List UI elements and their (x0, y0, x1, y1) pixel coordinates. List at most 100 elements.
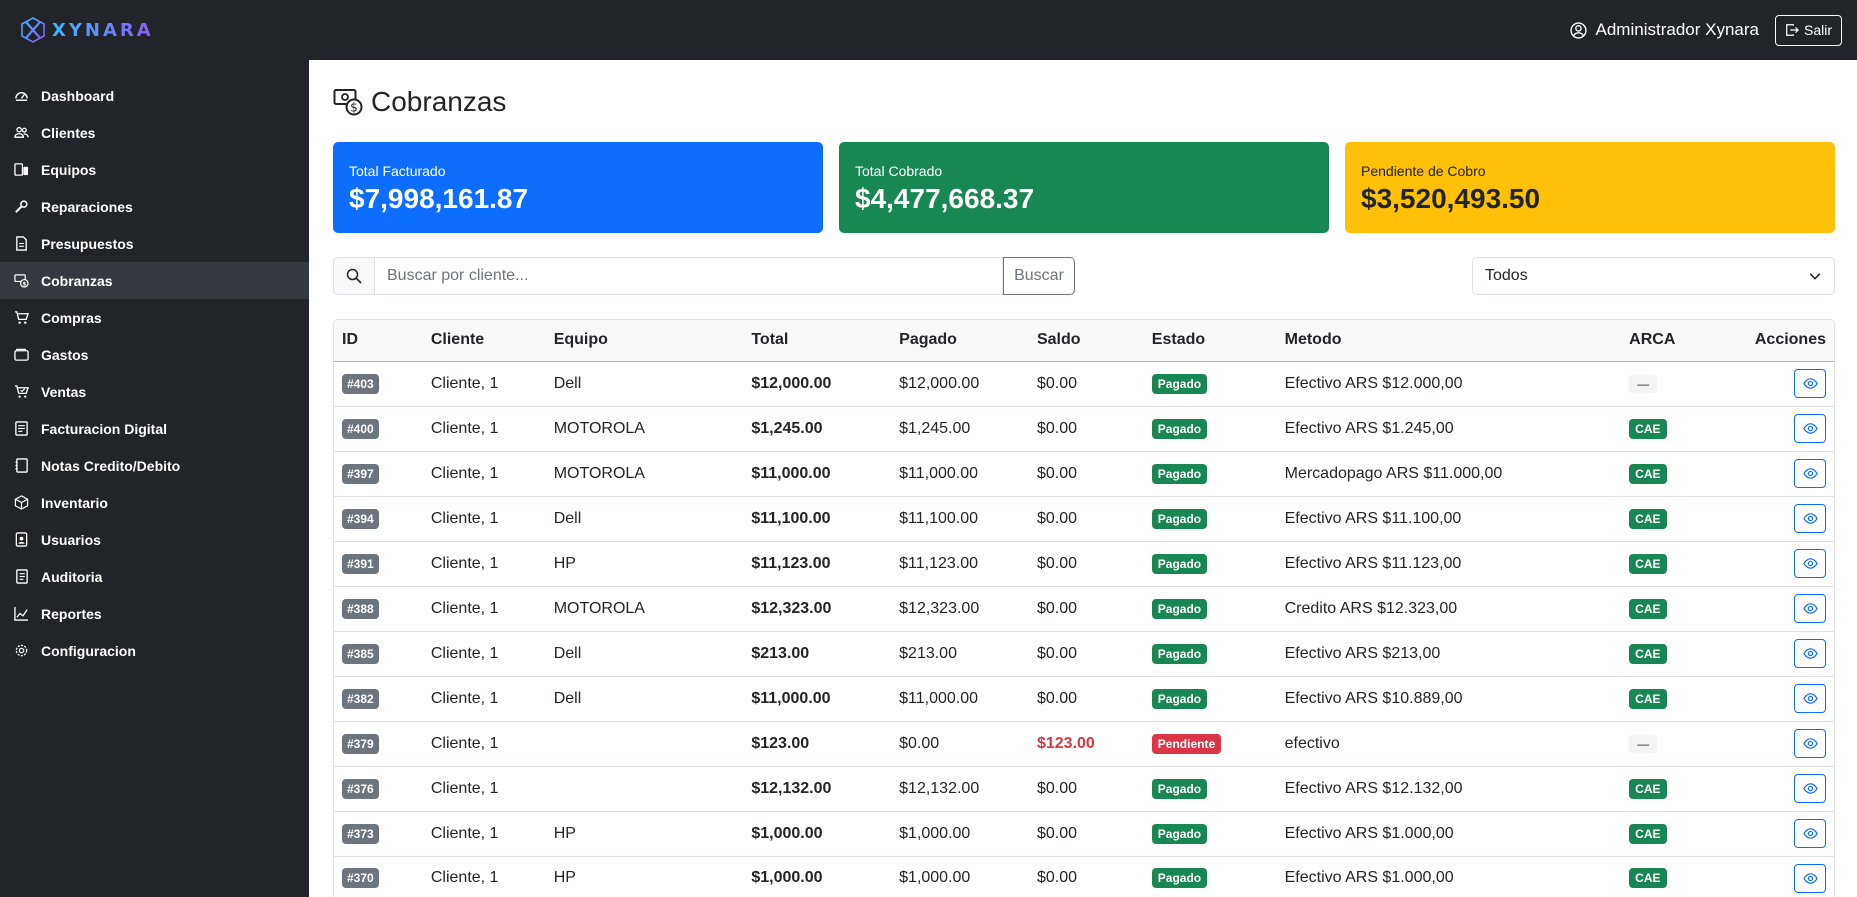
sidebar-item-reportes[interactable]: Reportes (0, 595, 309, 632)
sidebar-item-dashboard[interactable]: Dashboard (0, 77, 309, 114)
cell-estado: Pagado (1143, 361, 1277, 407)
eye-icon (1802, 558, 1818, 569)
cell-arca: CAE (1621, 631, 1741, 677)
cell-equipo: Dell (545, 496, 744, 542)
cell-total: $12,132.00 (743, 766, 892, 812)
cell-arca: CAE (1621, 451, 1741, 497)
status-badge: Pagado (1151, 688, 1208, 709)
eye-icon (1802, 603, 1818, 614)
cell-total: $12,000.00 (743, 361, 892, 407)
cell-estado: Pagado (1143, 766, 1277, 812)
id-badge: #397 (342, 463, 379, 484)
cell-id: #385 (334, 631, 423, 677)
receipt-icon (15, 421, 28, 436)
cell-estado: Pagado (1143, 496, 1277, 542)
status-badge: Pagado (1151, 598, 1208, 619)
view-button[interactable] (1794, 594, 1826, 623)
cell-pagado: $11,000.00 (891, 676, 1029, 722)
sidebar-item-presupuestos[interactable]: Presupuestos (0, 225, 309, 262)
table-row: #379 Cliente, 1 $123.00 $0.00 $123.00 Pendien… (334, 721, 1834, 767)
total-cobrado-card: Total Cobrado $4,477,668.37 (839, 142, 1329, 233)
sidebar-item-notas-credito-debito[interactable]: Notas Credito/Debito (0, 447, 309, 484)
view-button[interactable] (1794, 863, 1826, 893)
cell-saldo: $0.00 (1028, 451, 1144, 497)
sidebar-item-compras[interactable]: Compras (0, 299, 309, 336)
status-badge: Pagado (1151, 463, 1208, 484)
view-button[interactable] (1794, 639, 1826, 668)
cell-total: $12,323.00 (743, 586, 892, 632)
sidebar-item-equipos[interactable]: Equipos (0, 151, 309, 188)
cell-estado: Pagado (1143, 676, 1277, 722)
search-button[interactable]: Buscar (1003, 257, 1075, 295)
view-button[interactable] (1794, 414, 1826, 443)
pendiente-cobro-value: $3,520,493.50 (1361, 183, 1541, 214)
status-badge: Pagado (1151, 553, 1208, 574)
cell-id: #397 (334, 451, 423, 497)
sidebar-item-clientes[interactable]: Clientes (0, 114, 309, 151)
eye-icon (1802, 513, 1818, 524)
sidebar-item-facturacion-digital[interactable]: Facturacion Digital (0, 410, 309, 447)
cell-cliente: Cliente, 1 (422, 676, 546, 722)
sidebar-item-configuracion[interactable]: Configuracion (0, 632, 309, 669)
sidebar-item-cobranzas[interactable]: $ Cobranzas (0, 262, 309, 299)
cell-saldo: $0.00 (1028, 406, 1144, 452)
cell-arca: — (1621, 361, 1741, 407)
status-badge: Pagado (1151, 778, 1208, 799)
chevron-down-icon (1809, 273, 1821, 280)
sidebar-item-label: Reportes (41, 605, 102, 622)
sidebar-item-gastos[interactable]: Gastos (0, 336, 309, 373)
table-row: #376 Cliente, 1 $12,132.00 $12,132.00 $0.00 P… (334, 766, 1834, 812)
logout-button[interactable]: Salir (1774, 14, 1842, 46)
user-menu[interactable]: Administrador Xynara (1569, 20, 1759, 40)
view-button[interactable] (1794, 774, 1826, 803)
eye-icon (1802, 648, 1818, 659)
column-header-id: ID (334, 320, 423, 362)
view-button[interactable] (1794, 369, 1826, 398)
column-header-metodo: Metodo (1276, 320, 1622, 362)
view-button[interactable] (1794, 504, 1826, 533)
view-button[interactable] (1794, 729, 1826, 758)
gear-icon (15, 644, 28, 657)
view-button[interactable] (1794, 459, 1826, 488)
sidebar-item-auditoria[interactable]: Auditoria (0, 558, 309, 595)
cell-equipo: Dell (545, 361, 744, 407)
cell-acciones (1740, 496, 1834, 542)
summary-cards: Total Facturado $7,998,161.87 Total Cobr… (333, 142, 1835, 233)
status-filter-select[interactable]: Todos (1472, 257, 1835, 295)
view-button[interactable] (1794, 684, 1826, 713)
cart-check-icon (14, 385, 29, 398)
sidebar-item-label: Auditoria (41, 568, 103, 585)
id-badge: #379 (342, 733, 379, 754)
table-row: #388 Cliente, 1 MOTOROLA $12,323.00 $12,323.… (334, 586, 1834, 632)
cell-arca: CAE (1621, 541, 1741, 587)
sidebar-item-ventas[interactable]: Ventas (0, 373, 309, 410)
cell-equipo: Dell (545, 676, 744, 722)
arca-badge: CAE (1629, 643, 1667, 664)
search-input[interactable]: Buscar por cliente... (374, 257, 1003, 295)
table-row: #400 Cliente, 1 MOTOROLA $1,245.00 $1,245.00… (334, 406, 1834, 452)
cell-saldo: $0.00 (1028, 676, 1144, 722)
id-badge: #388 (342, 598, 379, 619)
total-facturado-card: Total Facturado $7,998,161.87 (333, 142, 823, 233)
cell-cliente: Cliente, 1 (422, 496, 546, 542)
box-arrow-right-icon (1786, 24, 1799, 36)
sidebar-item-usuarios[interactable]: Usuarios (0, 521, 309, 558)
xynara-logo-icon (21, 17, 45, 43)
person-badge-icon (15, 532, 28, 547)
sidebar-item-label: Notas Credito/Debito (41, 457, 181, 474)
sidebar-item-reparaciones[interactable]: Reparaciones (0, 188, 309, 225)
cell-estado: Pagado (1143, 406, 1277, 452)
view-button[interactable] (1794, 549, 1826, 578)
cell-arca: — (1621, 721, 1741, 767)
box-icon (14, 495, 29, 510)
cell-id: #403 (334, 361, 423, 407)
sidebar-item-inventario[interactable]: Inventario (0, 484, 309, 521)
id-badge: #373 (342, 823, 379, 844)
sidebar-item-label: Facturacion Digital (41, 420, 168, 437)
status-badge: Pagado (1151, 868, 1208, 888)
brand-link[interactable]: XYNARA (20, 14, 154, 46)
user-name-label: Administrador Xynara (1595, 20, 1759, 39)
cell-acciones (1740, 721, 1834, 767)
gauge-icon (15, 92, 28, 101)
view-button[interactable] (1794, 819, 1826, 848)
